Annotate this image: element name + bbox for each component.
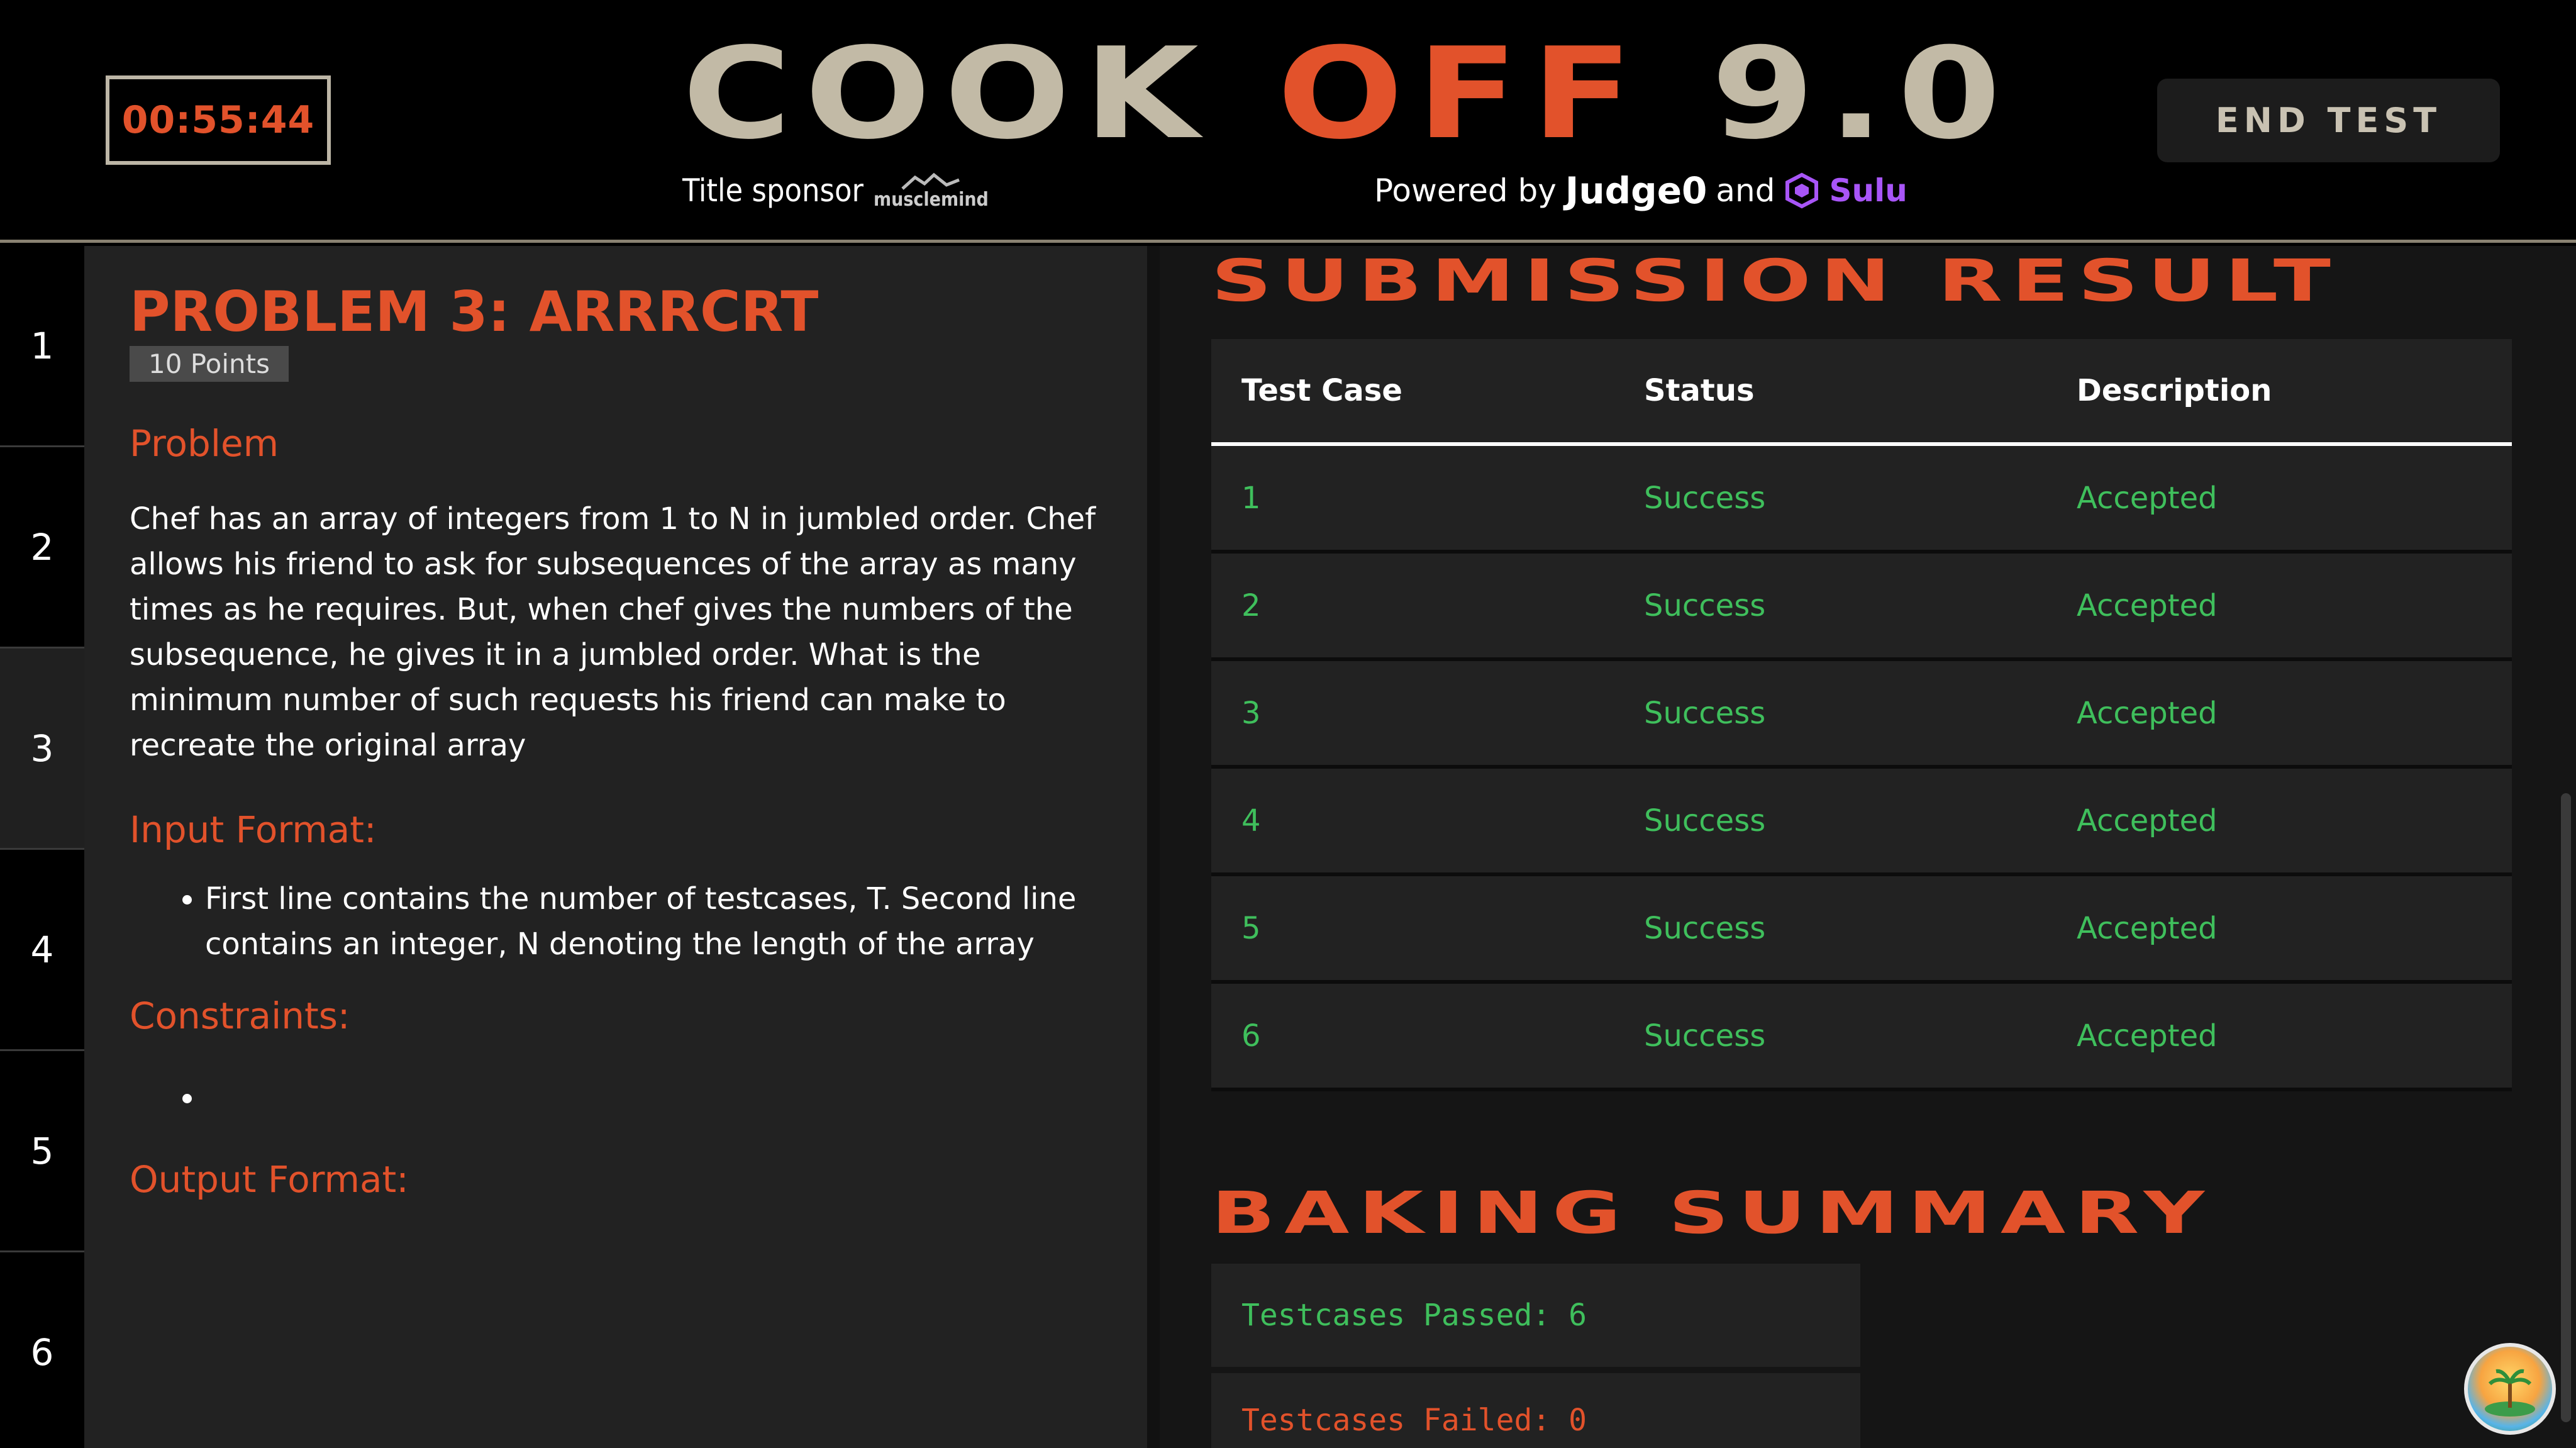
problem-sidebar: 1 2 3 4 5 6	[0, 246, 84, 1448]
constraints-heading: Constraints:	[130, 994, 350, 1037]
sidebar-item-5[interactable]: 5	[0, 1051, 84, 1252]
problem-title: PROBLEM 3: ARRRCRT	[130, 279, 819, 344]
countdown-timer: 00:55:44	[106, 75, 331, 165]
input-format-list: First line contains the number of testca…	[205, 876, 1098, 967]
constraints-list	[205, 1075, 1147, 1120]
powered-label: Powered by	[1374, 172, 1557, 209]
testcases-failed: Testcases Failed: 0	[1211, 1373, 1860, 1448]
sidebar-item-3[interactable]: 3	[0, 649, 84, 850]
table-row: 4 Success Accepted	[1211, 769, 2512, 876]
sidebar-item-1[interactable]: 1	[0, 246, 84, 447]
table-row: 5 Success Accepted	[1211, 876, 2512, 984]
input-format-item: First line contains the number of testca…	[205, 876, 1098, 967]
table-row: 3 Success Accepted	[1211, 661, 2512, 769]
problem-panel: PROBLEM 3: ARRRCRT 10 Points Problem Che…	[84, 246, 1147, 1448]
result-panel: SUBMISSION RESULT Test Case Status Descr…	[1160, 246, 2576, 1448]
sidebar-item-2[interactable]: 2	[0, 447, 84, 649]
test-status: Success	[1644, 910, 1766, 946]
column-test-case: Test Case	[1241, 373, 1402, 408]
points-badge: 10 Points	[130, 346, 289, 382]
column-description: Description	[2077, 373, 2272, 408]
test-description: Accepted	[2077, 1018, 2218, 1054]
test-case-number: 4	[1241, 803, 1261, 838]
test-status: Success	[1644, 1018, 1766, 1054]
title-off: OFF	[1277, 21, 1646, 167]
sidebar-item-4[interactable]: 4	[0, 850, 84, 1051]
test-status: Success	[1644, 695, 1766, 731]
sulu-name: Sulu	[1829, 172, 1907, 209]
palm-island-icon	[2485, 1369, 2535, 1417]
end-test-button[interactable]: END TEST	[2157, 79, 2500, 162]
table-row: 2 Success Accepted	[1211, 554, 2512, 661]
testcases-passed: Testcases Passed: 6	[1211, 1264, 1860, 1367]
problem-statement: Chef has an array of integers from 1 to …	[130, 501, 1096, 763]
test-case-number: 3	[1241, 695, 1261, 731]
input-format-heading: Input Format:	[130, 808, 377, 851]
test-description: Accepted	[2077, 910, 2218, 946]
baking-summary-heading: BAKING SUMMARY	[1211, 1179, 2214, 1247]
test-status: Success	[1644, 588, 1766, 623]
panel-divider[interactable]	[1147, 246, 1160, 1448]
header: 00:55:44 COOK OFF 9.0 Title sponsor musc…	[0, 0, 2576, 243]
title-version: 9.0	[1711, 21, 2014, 167]
test-case-number: 6	[1241, 1018, 1261, 1054]
title-sponsor: Title sponsor musclemind	[682, 169, 989, 213]
avatar[interactable]	[2464, 1343, 2556, 1435]
test-description: Accepted	[2077, 803, 2218, 838]
sidebar-item-6[interactable]: 6	[0, 1252, 84, 1448]
submission-result-heading: SUBMISSION RESULT	[1211, 247, 2340, 315]
sponsor-name: musclemind	[874, 189, 989, 211]
test-case-number: 5	[1241, 910, 1261, 946]
powered-by: Powered by Judge0 and Sulu	[1374, 169, 1907, 213]
sulu-icon	[1785, 172, 1819, 209]
test-description: Accepted	[2077, 695, 2218, 731]
problem-heading: Problem	[130, 422, 279, 465]
test-description: Accepted	[2077, 588, 2218, 623]
and-label: and	[1716, 172, 1775, 209]
table-row: 1 Success Accepted	[1211, 446, 2512, 554]
output-format-heading: Output Format:	[130, 1158, 409, 1201]
musclemind-logo: musclemind	[874, 172, 989, 209]
test-case-number: 1	[1241, 480, 1261, 516]
title-cook: COOK	[682, 21, 1213, 167]
table-header: Test Case Status Description	[1211, 339, 2512, 446]
test-status: Success	[1644, 803, 1766, 838]
constraints-item	[205, 1075, 1147, 1120]
column-status: Status	[1644, 373, 1755, 408]
test-status: Success	[1644, 480, 1766, 516]
table-row: 6 Success Accepted	[1211, 984, 2512, 1091]
event-title: COOK OFF 9.0	[682, 31, 2040, 157]
test-case-number: 2	[1241, 588, 1261, 623]
result-table: Test Case Status Description 1 Success A…	[1211, 339, 2512, 1091]
sponsor-label: Title sponsor	[682, 172, 863, 209]
scrollbar[interactable]	[2561, 793, 2571, 1422]
judge0-logo: Judge0	[1565, 169, 1707, 212]
test-description: Accepted	[2077, 480, 2218, 516]
